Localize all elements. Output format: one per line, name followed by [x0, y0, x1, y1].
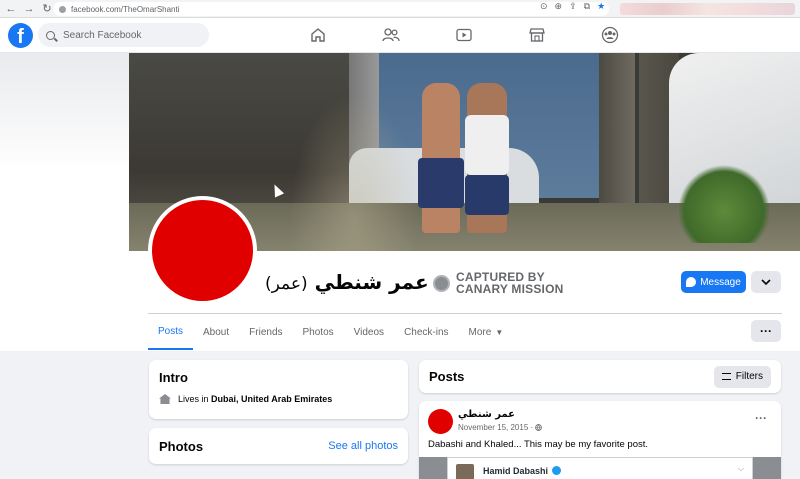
embed-chevron-icon[interactable]: ⌵ — [738, 464, 744, 474]
post-author-name[interactable]: عمر شنطي — [458, 409, 515, 420]
back-arrow-icon[interactable]: ← — [4, 2, 18, 16]
post-text: Dabashi and Khaled... This may be my fav… — [428, 439, 649, 450]
intro-card: Intro Lives in Dubai, United Arab Emirat… — [149, 360, 408, 419]
extension-icon[interactable]: ⊙ — [540, 1, 548, 12]
posts-title: Posts — [429, 369, 465, 384]
lives-place[interactable]: Dubai, United Arab Emirates — [211, 394, 332, 404]
more-dots-icon: ··· — [760, 324, 772, 338]
zoom-icon[interactable]: ⊕ — [555, 1, 563, 12]
url-text: facebook.com/TheOmarShanti — [71, 4, 180, 14]
address-bar[interactable]: facebook.com/TheOmarShanti — [53, 2, 609, 16]
translate-icon[interactable]: ⧉ — [584, 1, 590, 12]
filters-icon — [721, 373, 731, 380]
post-date[interactable]: November 15, 2015 · — [458, 423, 543, 432]
filters-button[interactable]: Filters — [713, 365, 771, 388]
canary-logo-icon — [433, 274, 450, 292]
verified-icon — [552, 466, 562, 475]
forward-arrow-icon[interactable]: → — [22, 2, 36, 16]
intro-title: Intro — [159, 370, 188, 385]
profile-alt-name: (عمر) — [265, 274, 308, 294]
groups-icon[interactable] — [601, 26, 619, 44]
lives-in-row: Lives in Dubai, United Arab Emirates — [159, 394, 398, 404]
home-icon[interactable] — [309, 26, 327, 44]
message-label: Message — [700, 276, 741, 288]
tab-videos[interactable]: Videos — [344, 314, 394, 350]
photos-title: Photos — [159, 438, 204, 454]
post-card: عمر شنطي November 15, 2015 · ··· Dabashi… — [419, 401, 781, 479]
profile-name: عمر شنطي (عمر) — [265, 270, 429, 294]
lives-prefix: Lives in — [178, 394, 209, 404]
post-options-icon[interactable]: ··· — [755, 411, 767, 425]
embed-author: Hamid Dabashi — [483, 466, 562, 476]
see-all-photos-link[interactable]: See all photos — [328, 440, 398, 452]
profile-more-button[interactable] — [751, 271, 781, 293]
profile-name-main: عمر شنطي — [314, 270, 429, 294]
tab-friends[interactable]: Friends — [239, 314, 292, 350]
messenger-icon — [686, 277, 697, 287]
reload-icon[interactable]: ↻ — [40, 2, 54, 16]
profile-tabs: Posts About Friends Photos Videos Check-… — [148, 314, 513, 350]
search-input[interactable]: Search Facebook — [38, 23, 209, 47]
facebook-header: f Search Facebook — [0, 18, 800, 53]
caret-down-icon: ▼ — [495, 327, 504, 337]
globe-icon — [535, 424, 543, 431]
canary-mission-stamp: CAPTURED BY CANARY MISSION — [433, 271, 563, 295]
tab-photos[interactable]: Photos — [293, 314, 344, 350]
filters-label: Filters — [735, 371, 763, 382]
search-icon — [46, 30, 55, 40]
message-button[interactable]: Message — [681, 271, 746, 293]
profile-options-button[interactable]: ··· — [751, 320, 781, 342]
post-author-avatar[interactable] — [428, 409, 453, 434]
photos-card: Photos See all photos — [149, 428, 408, 464]
tab-more[interactable]: More ▼ — [459, 314, 514, 350]
bookmark-star-icon[interactable]: ★ — [597, 1, 605, 12]
tab-posts[interactable]: Posts — [148, 314, 194, 350]
watch-icon[interactable] — [455, 26, 473, 44]
tab-check-ins[interactable]: Check-ins — [394, 314, 458, 350]
marketplace-icon[interactable] — [528, 26, 546, 44]
chevron-down-icon — [761, 279, 771, 285]
lock-icon — [59, 5, 66, 13]
stamp-line-2: CANARY MISSION — [456, 282, 564, 296]
blurred-extensions — [620, 3, 795, 15]
share-icon[interactable]: ⇪ — [569, 1, 577, 12]
home-icon — [159, 394, 171, 404]
post-embed[interactable]: Hamid Dabashi ⌵ — [419, 457, 781, 479]
embed-avatar — [456, 464, 474, 479]
posts-header-card: Posts Filters — [419, 360, 781, 393]
profile-avatar[interactable] — [148, 196, 257, 305]
friends-icon[interactable] — [382, 26, 400, 44]
tab-about[interactable]: About — [193, 314, 239, 350]
facebook-logo[interactable]: f — [8, 23, 33, 48]
search-placeholder: Search Facebook — [63, 29, 142, 41]
browser-toolbar: ← → ↻ facebook.com/TheOmarShanti ⊙ ⊕ ⇪ ⧉… — [0, 0, 800, 18]
